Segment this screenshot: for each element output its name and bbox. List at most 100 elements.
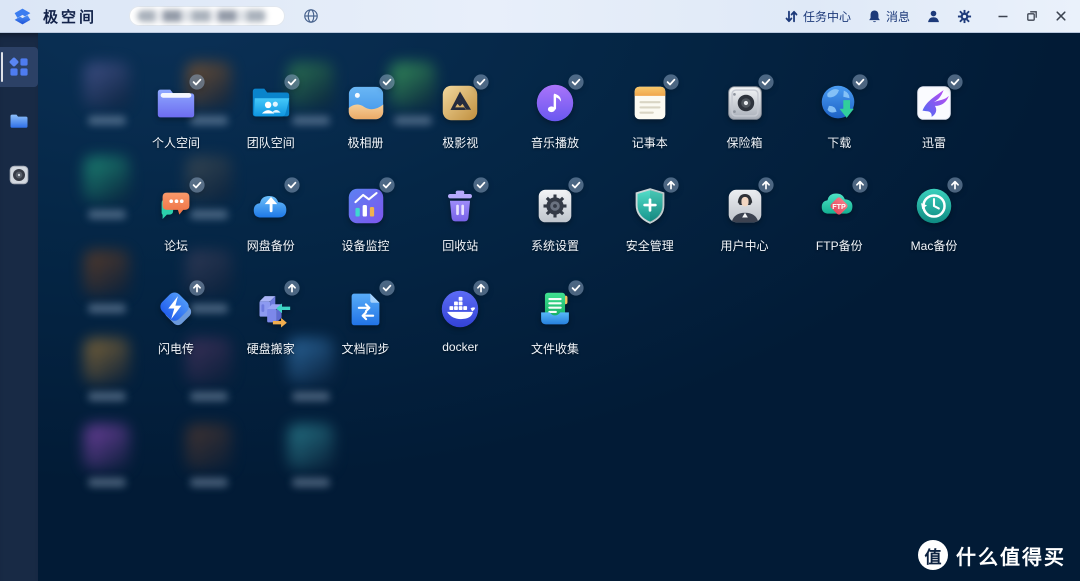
app-safe-box[interactable]: 保险箱 xyxy=(699,80,791,151)
app-label: 下载 xyxy=(827,134,851,151)
app-docker[interactable]: docker xyxy=(414,286,506,354)
blurred-app-label xyxy=(88,116,126,125)
svg-text:FTP: FTP xyxy=(832,203,846,211)
installed-check-badge-icon xyxy=(568,280,584,296)
installed-check-badge-icon xyxy=(379,177,395,193)
blurred-app-label xyxy=(292,478,330,487)
installed-check-badge-icon xyxy=(758,74,774,90)
account-name-masked[interactable] xyxy=(129,6,285,26)
installed-check-badge-icon xyxy=(473,177,489,193)
restore-button[interactable] xyxy=(1025,9,1039,23)
app-label: 记事本 xyxy=(632,134,668,151)
sidebar-item-apps[interactable] xyxy=(0,47,38,87)
app-label: 设备监控 xyxy=(341,237,389,254)
app-label: 保险箱 xyxy=(726,134,762,151)
app-recycle-bin[interactable]: 回收站 xyxy=(414,183,506,254)
app-label: 团队空间 xyxy=(247,134,295,151)
watermark-text: 什么值得买 xyxy=(956,541,1066,570)
app-label: 个人空间 xyxy=(152,134,200,151)
app-label: Mac备份 xyxy=(911,237,958,254)
topbar: 极空间 任务中心 消息 xyxy=(0,0,1080,33)
disc-icon xyxy=(8,164,30,186)
update-badge-icon xyxy=(852,177,868,193)
app-doc-sync[interactable]: 文档同步 xyxy=(320,286,412,357)
blurred-app-tile xyxy=(84,62,130,108)
app-system-settings[interactable]: 系统设置 xyxy=(509,183,601,254)
blurred-text xyxy=(137,10,267,22)
app-download[interactable]: 下载 xyxy=(793,80,885,151)
update-badge-icon xyxy=(473,280,489,296)
globe-icon[interactable] xyxy=(303,8,319,24)
app-ftp-backup[interactable]: FTP FTP备份 xyxy=(793,183,885,254)
app-label: 回收站 xyxy=(442,237,478,254)
app-label: 论坛 xyxy=(164,237,188,254)
topbar-messages-button[interactable]: 消息 xyxy=(867,8,910,25)
app-movies[interactable]: 极影视 xyxy=(414,80,506,151)
bell-icon xyxy=(867,9,882,24)
installed-check-badge-icon xyxy=(189,74,205,90)
sidebar-item-backup[interactable] xyxy=(0,155,38,195)
update-badge-icon xyxy=(758,177,774,193)
app-personal-space[interactable]: 个人空间 xyxy=(130,80,222,151)
app-music-player[interactable]: 音乐播放 xyxy=(509,80,601,151)
app-lightning-send[interactable]: 闪电传 xyxy=(130,286,222,357)
app-xunlei[interactable]: 迅雷 xyxy=(888,80,980,151)
installed-check-badge-icon xyxy=(379,74,395,90)
app-label: 用户中心 xyxy=(720,237,768,254)
app-label: 极影视 xyxy=(442,134,478,151)
blurred-app-label xyxy=(190,392,228,401)
sidebar-item-files[interactable] xyxy=(0,101,38,141)
app-notepad[interactable]: 记事本 xyxy=(604,80,696,151)
desktop: 个人空间 团队空间 极相册 极影视 音乐播放 记事本 xyxy=(38,33,1080,581)
blurred-app-tile xyxy=(186,424,232,470)
app-label: 音乐播放 xyxy=(531,134,579,151)
app-label: 硬盘搬家 xyxy=(247,340,295,357)
blurred-app-tile xyxy=(84,156,130,202)
window-controls xyxy=(996,9,1068,23)
app-device-monitor[interactable]: 设备监控 xyxy=(320,183,412,254)
folder-icon xyxy=(8,110,30,132)
blurred-app-tile xyxy=(288,424,334,470)
installed-check-badge-icon xyxy=(568,74,584,90)
app-team-space[interactable]: 团队空间 xyxy=(225,80,317,151)
watermark: 值 什么值得买 xyxy=(918,540,1066,570)
topbar-user-button[interactable] xyxy=(926,9,941,24)
smzdm-logo: 值 xyxy=(918,540,948,570)
installed-check-badge-icon xyxy=(284,74,300,90)
installed-check-badge-icon xyxy=(189,177,205,193)
installed-check-badge-icon xyxy=(947,74,963,90)
blurred-app-tile xyxy=(84,424,130,470)
app-photo-album[interactable]: 极相册 xyxy=(320,80,412,151)
installed-check-badge-icon xyxy=(568,177,584,193)
app-grid-icon xyxy=(8,56,30,78)
app-disk-migrate[interactable]: 硬盘搬家 xyxy=(225,286,317,357)
topbar-settings-button[interactable] xyxy=(957,9,972,24)
app-file-collect[interactable]: 文件收集 xyxy=(509,286,601,357)
app-mac-backup[interactable]: Mac备份 xyxy=(888,183,980,254)
topbar-task-center-button[interactable]: 任务中心 xyxy=(784,8,851,25)
app-label: 系统设置 xyxy=(531,237,579,254)
app-label: 网盘备份 xyxy=(247,237,295,254)
app-cloud-backup[interactable]: 网盘备份 xyxy=(225,183,317,254)
update-badge-icon xyxy=(189,280,205,296)
app-security[interactable]: 安全管理 xyxy=(604,183,696,254)
app-label: 文件收集 xyxy=(531,340,579,357)
topbar-task-center-label: 任务中心 xyxy=(803,8,851,25)
update-badge-icon xyxy=(284,280,300,296)
installed-check-badge-icon xyxy=(379,280,395,296)
app-label: 安全管理 xyxy=(626,237,674,254)
app-label: docker xyxy=(442,340,478,354)
app-forum[interactable]: 论坛 xyxy=(130,183,222,254)
minimize-button[interactable] xyxy=(996,9,1010,23)
blurred-app-label xyxy=(190,478,228,487)
update-badge-icon xyxy=(947,177,963,193)
app-title: 极空间 xyxy=(43,6,97,27)
blurred-app-label xyxy=(88,478,126,487)
close-button[interactable] xyxy=(1054,9,1068,23)
blurred-app-label xyxy=(292,392,330,401)
blurred-app-label xyxy=(88,304,126,313)
app-user-center[interactable]: 用户中心 xyxy=(699,183,791,254)
zspace-logo-icon xyxy=(12,6,33,27)
topbar-messages-label: 消息 xyxy=(886,8,910,25)
update-badge-icon xyxy=(663,177,679,193)
